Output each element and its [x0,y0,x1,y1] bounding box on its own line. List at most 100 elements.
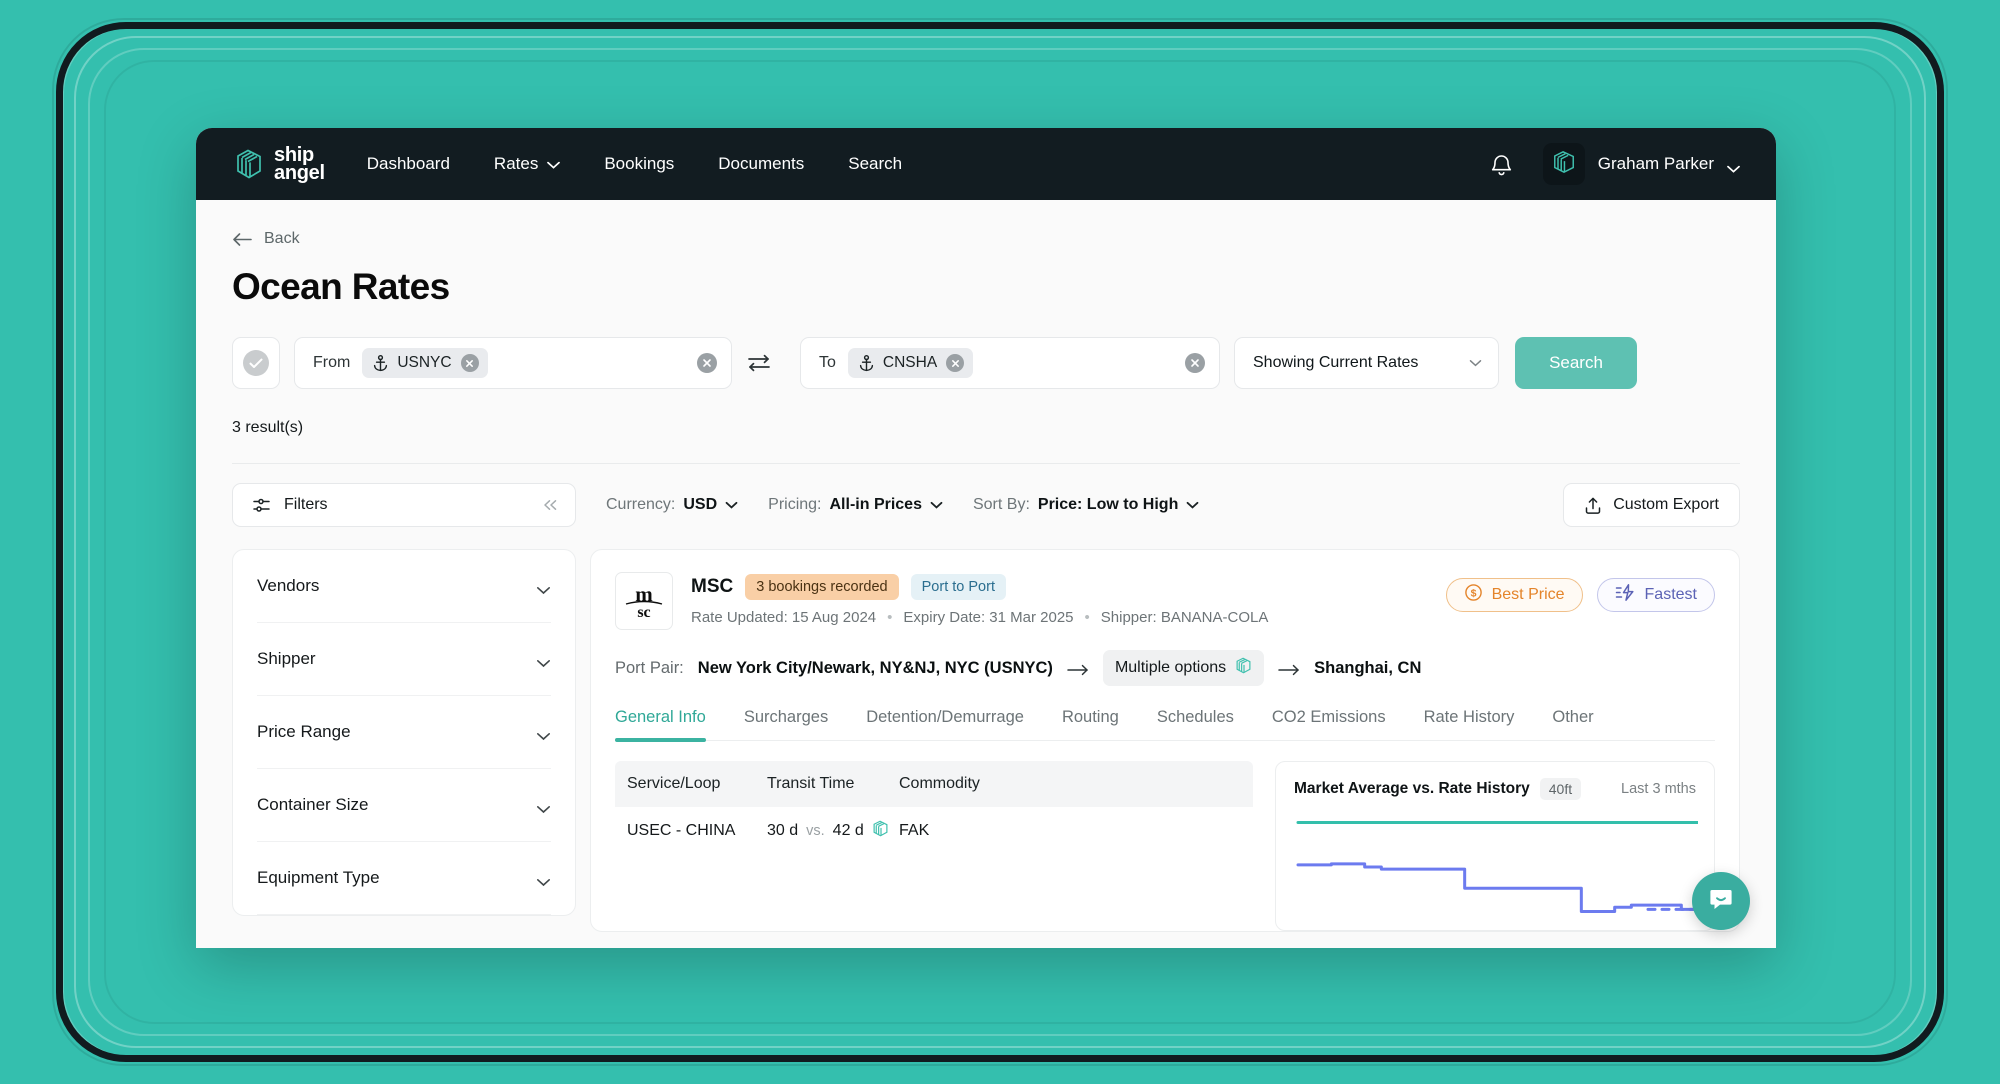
results-count: 3 result(s) [232,419,304,436]
close-icon[interactable] [460,354,479,372]
cube-logo-icon [234,147,264,181]
currency-value: USD [683,496,718,513]
tab-rate-history[interactable]: Rate History [1424,708,1515,740]
chevrons-left-icon[interactable] [542,497,559,514]
chat-widget-button[interactable] [1692,872,1750,930]
rate-card-header: m sc MSC 3 bookings recorded Port to Por… [615,572,1715,630]
tab-label: Other [1552,708,1594,726]
chevron-down-icon [930,496,943,514]
nav-item-documents[interactable]: Documents [718,154,804,174]
filter-facet-vendors[interactable]: Vendors [257,550,551,623]
nav-item-bookings[interactable]: Bookings [604,154,674,174]
nav-links: Dashboard Rates Bookings Documents Searc… [367,154,902,174]
tab-surcharges[interactable]: Surcharges [744,708,828,740]
transit-time-compare: 42 d [832,822,864,839]
results-area: Vendors Shipper Price Range Container Si… [232,549,1740,932]
filter-facet-price-range[interactable]: Price Range [257,696,551,769]
tab-routing[interactable]: Routing [1062,708,1119,740]
clear-field-icon[interactable] [1185,353,1205,373]
custom-export-button[interactable]: Custom Export [1563,483,1740,527]
fastest-badge[interactable]: Fastest [1596,578,1715,612]
results-toolbar: Filters Currency: USD Pricing: All-in Pr… [232,483,1740,527]
brand-logo[interactable]: ship angel [234,144,325,183]
bookings-badge: 3 bookings recorded [745,574,899,600]
tab-schedules[interactable]: Schedules [1157,708,1234,740]
arrow-right-icon [1067,662,1089,676]
facet-label: Price Range [257,722,351,741]
sliders-icon [252,496,271,515]
back-link[interactable]: Back [232,230,1740,248]
destination-field[interactable]: To CNSHA [800,337,1220,389]
facet-label: Shipper [257,649,316,668]
rates-mode-select[interactable]: Showing Current Rates [1234,337,1499,389]
tab-other[interactable]: Other [1552,708,1593,740]
filters-toggle-button[interactable]: Filters [232,483,576,527]
chart-title: Market Average vs. Rate History [1294,780,1530,797]
filters-panel: Vendors Shipper Price Range Container Si… [232,549,576,916]
nav-item-label: Dashboard [366,154,450,173]
search-bar: From USNYC To CNSHA Showing Current Rate… [232,337,1740,389]
best-price-badge[interactable]: $ Best Price [1445,578,1583,612]
page-content: Back Ocean Rates From USNYC To CNSHA Sho… [196,230,1776,932]
nav-item-label: Rates [493,154,539,173]
multiple-options-chip[interactable]: Multiple options [1102,650,1265,686]
fast-lightning-icon [1615,583,1636,607]
table-row: USEC - CHINA 30 d vs. 42 d FAK [615,807,1253,855]
tab-detention-demurrage[interactable]: Detention/Demurrage [866,708,1024,740]
rates-mode-value: Showing Current Rates [1253,354,1419,371]
destination-port: Shanghai, CN [1314,658,1422,677]
tab-co2-emissions[interactable]: CO2 Emissions [1272,708,1386,740]
expiry-date: Expiry Date: 31 Mar 2025 [903,609,1074,626]
user-menu[interactable]: Graham Parker [1542,143,1740,185]
origin-field[interactable]: From USNYC [294,337,732,389]
search-button[interactable]: Search [1515,337,1637,389]
app-window: ship angel Dashboard Rates Bookings Docu… [196,128,1776,948]
sort-selector[interactable]: Sort By: Price: Low to High [973,496,1199,514]
chevron-down-icon [536,801,551,813]
transit-time-vs: vs. [806,823,825,839]
tab-label: Schedules [1156,708,1234,726]
page-title: Ocean Rates [232,266,450,307]
notification-bell-icon[interactable] [1490,152,1513,177]
fastest-label: Fastest [1644,586,1697,603]
top-navbar: ship angel Dashboard Rates Bookings Docu… [196,128,1776,200]
table-header-row: Service/Loop Transit Time Commodity [615,761,1253,807]
anchor-icon [859,354,874,372]
origin-chip[interactable]: USNYC [362,348,488,378]
port-pair-row: Port Pair: New York City/Newark, NY&NJ, … [615,650,1715,686]
chevron-down-icon [725,496,738,514]
select-all-checkbox[interactable] [232,337,280,389]
swap-arrows-icon[interactable] [746,350,772,376]
chart-range-label: Last 3 mths [1621,781,1696,797]
nav-item-label: Documents [718,154,805,173]
chart-series-rate-history [1296,862,1698,914]
currency-selector[interactable]: Currency: USD [606,496,738,514]
clear-field-icon[interactable] [697,353,717,373]
svg-text:sc: sc [637,604,650,621]
chevron-down-icon [1727,160,1740,173]
cube-logo-icon [1235,656,1252,680]
tab-general-info[interactable]: General Info [615,708,706,742]
close-icon[interactable] [946,354,965,372]
carrier-name: MSC [691,576,734,597]
carrier-title-row: MSC 3 bookings recorded Port to Port [691,574,1428,600]
chat-bubble-icon [1707,885,1735,918]
filter-facet-container-size[interactable]: Container Size [257,769,551,842]
chart-svg [1296,820,1698,914]
pricing-label: Pricing: [768,496,822,513]
sort-label: Sort By: [972,496,1030,513]
destination-chip[interactable]: CNSHA [847,348,974,378]
column-header-transit-time: Transit Time [767,775,855,792]
chevron-down-icon [547,154,561,174]
rate-updated: Rate Updated: 15 Aug 2024 [691,609,877,626]
nav-item-dashboard[interactable]: Dashboard [367,154,450,174]
facet-label: Container Size [257,795,369,814]
nav-item-rates[interactable]: Rates [493,154,561,174]
filter-facet-equipment-type[interactable]: Equipment Type [257,842,551,915]
rate-result-card: m sc MSC 3 bookings recorded Port to Por… [590,549,1740,932]
avatar [1542,143,1585,185]
pricing-selector[interactable]: Pricing: All-in Prices [768,496,943,514]
filter-facet-shipper[interactable]: Shipper [257,623,551,696]
nav-item-search[interactable]: Search [848,154,902,174]
cell-transit-time: 30 d vs. 42 d [767,819,899,843]
